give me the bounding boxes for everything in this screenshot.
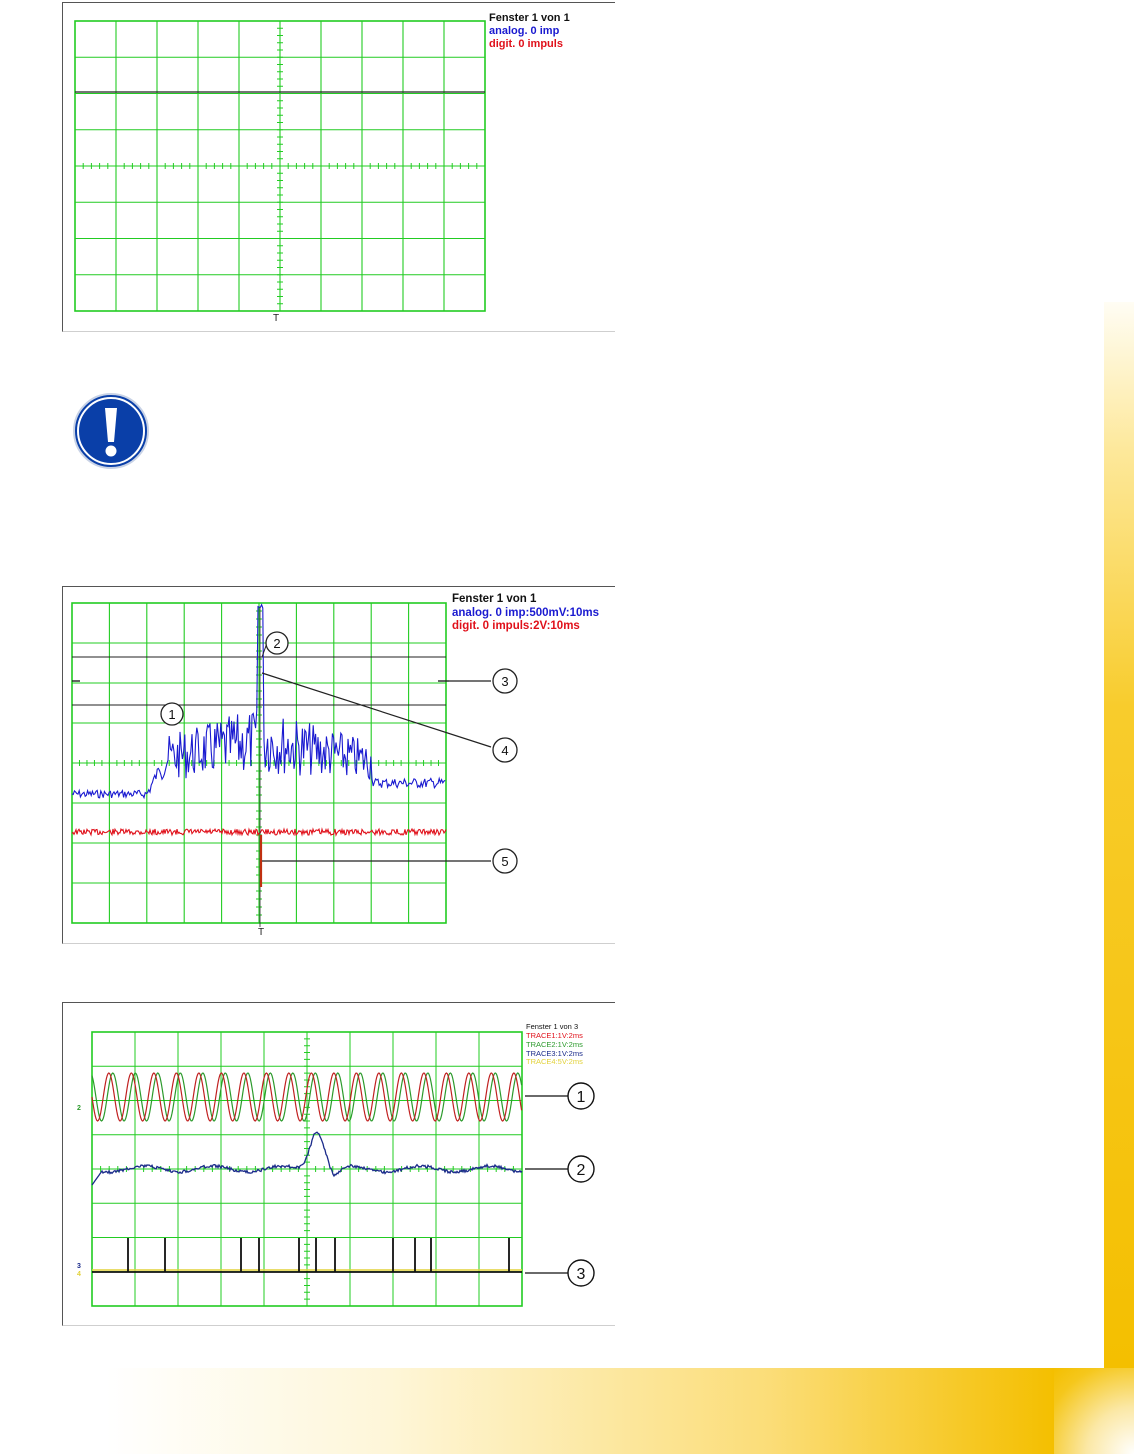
trigger-mark: T: [273, 313, 279, 324]
callout-1: 1: [160, 702, 184, 726]
callout-4: 4: [492, 737, 518, 763]
oscilloscope-screen-1: T Fenster 1 von 1 analog. 0 imp digit. 0…: [62, 2, 615, 332]
callout-2: 2: [265, 631, 289, 655]
exclamation-icon: [73, 393, 149, 469]
svg-text:1: 1: [577, 1089, 586, 1106]
callout-3: 3: [567, 1259, 595, 1287]
callout-1: 1: [567, 1082, 595, 1110]
scope-3-legend: Fenster 1 von 3 TRACE1:1V:2ms TRACE2:1V:…: [526, 1022, 583, 1067]
callout-2: 2: [567, 1155, 595, 1183]
scope-2-display: T 1 2 3 4 5: [71, 602, 518, 938]
trace-4-label: TRACE4:5V:2ms: [526, 1057, 583, 1067]
side-accent-bar: [1104, 302, 1134, 1368]
channel-mark-4: 4: [77, 1271, 81, 1278]
window-label: Fenster 1 von 1: [489, 12, 570, 24]
callout-5: 5: [492, 848, 518, 874]
scope-2-legend: Fenster 1 von 1 analog. 0 imp:500mV:10ms…: [452, 593, 599, 634]
trigger-mark: T: [258, 927, 264, 938]
window-label: Fenster 1 von 1: [452, 593, 537, 605]
oscilloscope-screen-2: T 1 2 3 4 5 Fenster 1 von 1 analog. 0 im…: [62, 586, 615, 944]
oscilloscope-screen-3: 2 3 4 1 2 3 Fenster 1 von 3 TRACE1:1V:2m…: [62, 1002, 615, 1326]
svg-text:3: 3: [577, 1266, 586, 1283]
channel-mark-2: 2: [77, 1105, 81, 1112]
analog-channel-label: analog. 0 imp: [489, 24, 560, 37]
scope-1-legend: Fenster 1 von 1 analog. 0 imp digit. 0 i…: [489, 12, 570, 51]
footer-accent-bar: [106, 1368, 1054, 1454]
svg-text:1: 1: [168, 707, 175, 722]
footer-corner: [1054, 1368, 1134, 1454]
svg-text:3: 3: [501, 674, 508, 689]
digital-channel-label: digit. 0 impuls: [489, 37, 563, 50]
digital-channel-label: digit. 0 impuls:2V:10ms: [452, 620, 580, 633]
svg-text:5: 5: [501, 854, 508, 869]
svg-text:4: 4: [501, 743, 508, 758]
svg-text:2: 2: [273, 636, 280, 651]
scope-1-display: T: [74, 20, 486, 324]
analog-channel-label: analog. 0 imp:500mV:10ms: [452, 606, 600, 619]
channel-mark-3: 3: [77, 1263, 81, 1270]
svg-text:2: 2: [577, 1162, 586, 1179]
callout-3: 3: [492, 668, 518, 694]
